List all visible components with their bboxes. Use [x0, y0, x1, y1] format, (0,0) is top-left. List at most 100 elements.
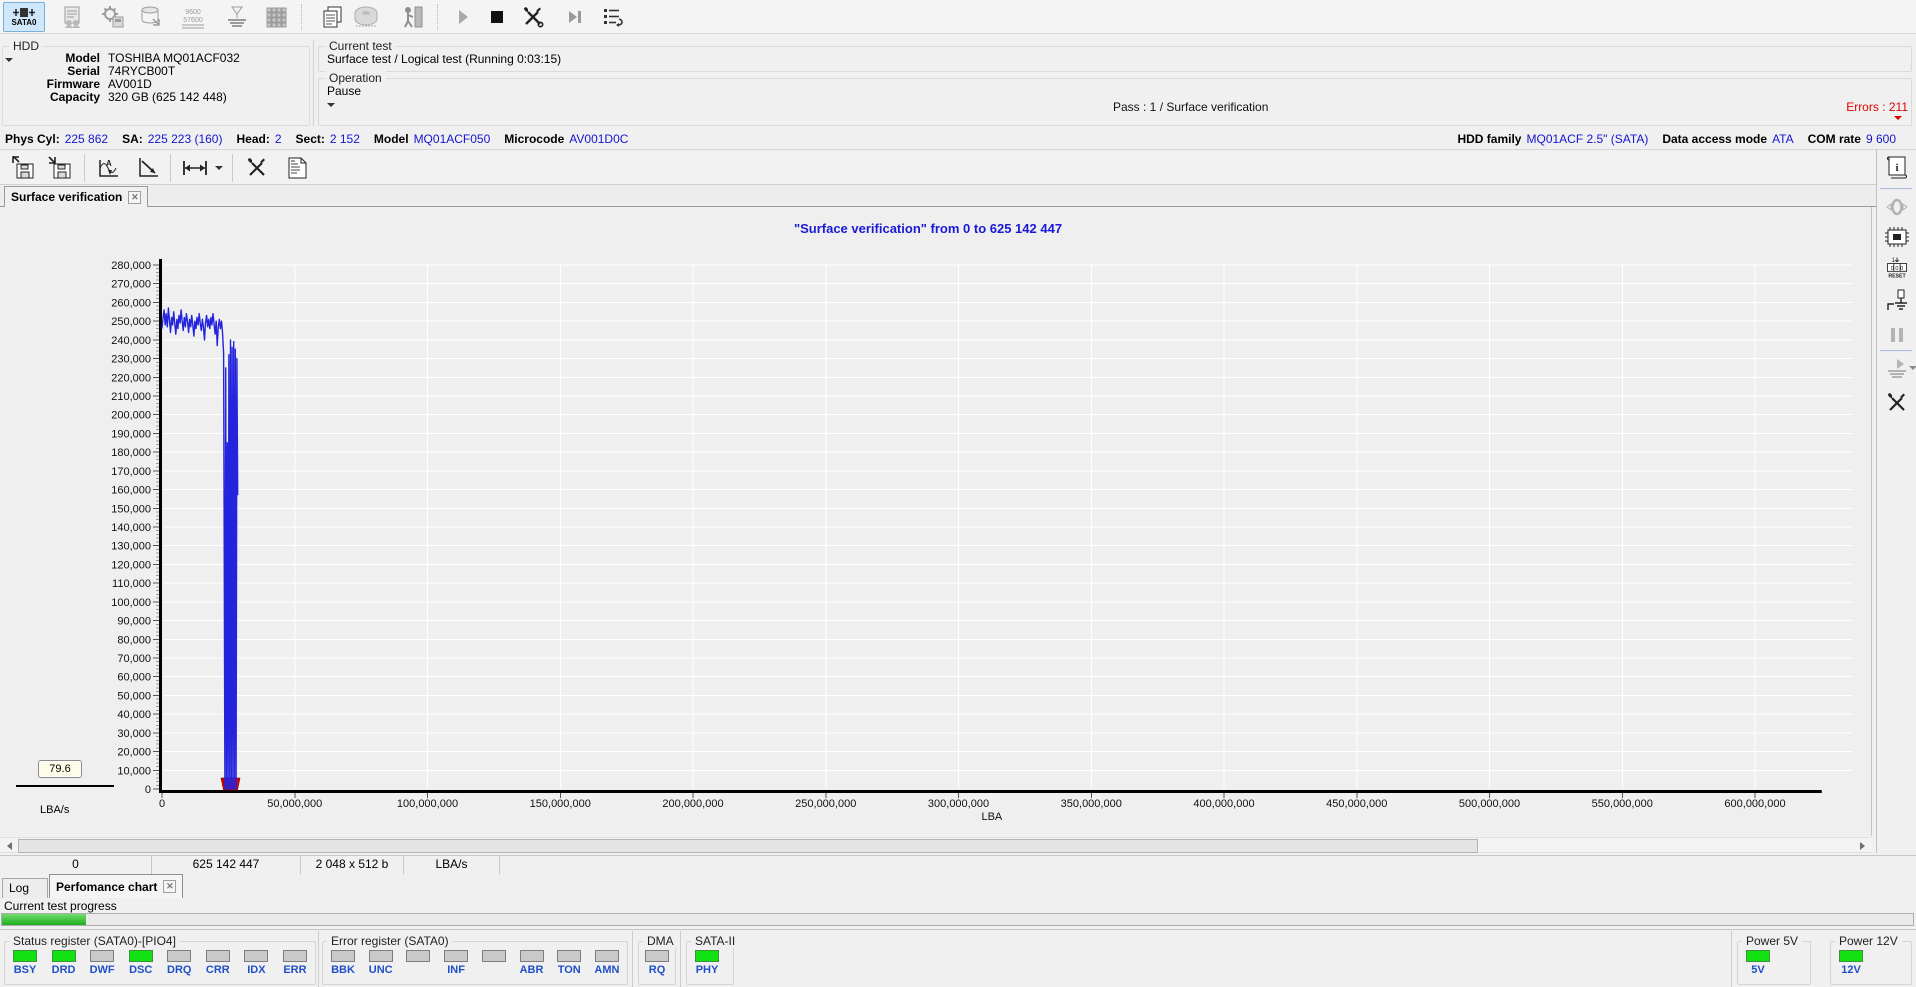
exit-button[interactable] — [398, 4, 428, 30]
chip-button[interactable] — [1884, 224, 1910, 250]
range-dropdown-arrow[interactable] — [212, 155, 226, 181]
chip-icon — [1884, 225, 1910, 249]
status-pair: Phys Cyl:225 862 — [5, 132, 108, 146]
database-icon — [138, 5, 164, 29]
probe-button[interactable] — [1884, 288, 1910, 314]
tab-close-button[interactable]: ✕ — [163, 880, 176, 893]
reset-counter-button[interactable]: 1 0 0 0 RESET — [1884, 254, 1910, 280]
error-register-title: Error register (SATA0) — [327, 934, 453, 948]
svg-text:70,000: 70,000 — [117, 653, 151, 665]
app-window: SATA0 — [0, 0, 1916, 987]
chart-slope-icon — [136, 156, 162, 180]
start-queue-dropdown-arrow[interactable] — [1909, 366, 1916, 370]
stop-icon — [487, 7, 507, 27]
tab-surface-verification-label: Surface verification — [11, 190, 122, 204]
chart-settings-button[interactable] — [242, 155, 272, 181]
task-list-button[interactable] — [598, 4, 628, 30]
power-12v-group: Power 12V12V — [1830, 941, 1912, 985]
pause-icon — [1887, 325, 1907, 345]
svg-text:260,000: 260,000 — [111, 297, 151, 309]
progress-label: Current test progress — [4, 899, 117, 913]
svg-text:20,000: 20,000 — [117, 747, 151, 759]
pause-button[interactable] — [1884, 322, 1910, 348]
sata2-title: SATA-II — [691, 934, 739, 948]
hdd-resources-button[interactable] — [58, 4, 88, 30]
hdd-resources-icon — [60, 5, 86, 29]
svg-text:230,000: 230,000 — [111, 354, 151, 366]
loopback-button[interactable] — [1884, 194, 1910, 220]
copy-icon — [320, 5, 346, 29]
probe-icon — [1885, 288, 1909, 314]
chart-hscrollbar[interactable] — [0, 837, 1872, 853]
svg-text:100,000,000: 100,000,000 — [397, 798, 458, 810]
play-icon — [453, 7, 473, 27]
exit-icon — [400, 5, 426, 29]
current-speed-box: 79.6 — [38, 760, 82, 778]
chart-autoscale-button[interactable]: A — [94, 155, 124, 181]
error-register-group: Error register (SATA0)BBKUNCINFABRTONAMN — [322, 941, 628, 985]
signal-levels-button[interactable] — [222, 4, 252, 30]
scrollbar-thumb[interactable] — [18, 839, 1478, 853]
svg-text:80,000: 80,000 — [117, 634, 151, 646]
statusbar-unit: LBA/s — [404, 856, 500, 874]
tab-close-button[interactable]: ✕ — [128, 191, 141, 204]
current-test-panel: Current test Surface test / Logical test… — [318, 46, 1912, 72]
svg-text:350,000,000: 350,000,000 — [1061, 798, 1122, 810]
sidebar-tools-button[interactable] — [1884, 390, 1910, 416]
svg-text:150,000: 150,000 — [111, 503, 151, 515]
svg-text:200,000: 200,000 — [111, 410, 151, 422]
tab-performance-chart[interactable]: Perfomance chart ✕ — [49, 874, 183, 898]
svg-text:1: 1 — [1892, 258, 1896, 264]
svg-text:130,000: 130,000 — [111, 541, 151, 553]
com-speed-button[interactable]: 9600 57600 — [178, 4, 208, 30]
progress-fill — [2, 914, 86, 925]
status-pair: HDD familyMQ01ACF 2.5" (SATA) — [1457, 132, 1648, 146]
save-chart-button[interactable] — [8, 155, 38, 181]
sata0-label: SATA0 — [11, 18, 36, 27]
speed-unit-label: LBA/s — [40, 804, 69, 816]
report-button[interactable] — [282, 155, 312, 181]
run-button[interactable] — [448, 4, 478, 30]
sata0-port-button[interactable]: SATA0 — [3, 2, 45, 32]
copy-button[interactable] — [318, 4, 348, 30]
svg-text:LBA: LBA — [981, 811, 1002, 823]
sidebar-separator — [1880, 188, 1912, 190]
current-test-progressbar — [1, 913, 1914, 926]
power-12v-title: Power 12V — [1835, 934, 1902, 948]
tools-icon — [1884, 391, 1910, 415]
led-crr: CRR — [203, 950, 233, 976]
range-select-button[interactable] — [180, 155, 210, 181]
surface-verification-chart-pane[interactable]: "Surface verification" from 0 to 625 142… — [0, 207, 1872, 836]
right-sidebar: i 1 0 0 0 RESET — [1876, 150, 1916, 853]
led-abr: ABR — [517, 950, 547, 976]
status-register-group: Status register (SATA0)-[PIO4]BSYDRDDWFD… — [4, 941, 316, 985]
script-info-button[interactable]: i — [1884, 154, 1910, 180]
disk-stack-button[interactable] — [352, 4, 382, 30]
svg-text:40,000: 40,000 — [117, 709, 151, 721]
utility-settings-button[interactable] — [98, 4, 128, 30]
svg-text:0: 0 — [159, 798, 165, 810]
errors-dropdown-arrow[interactable] — [1894, 116, 1902, 120]
operation-dropdown-arrow[interactable] — [327, 103, 335, 107]
scroll-left-button[interactable] — [2, 839, 16, 853]
svg-text:100,000: 100,000 — [111, 597, 151, 609]
svg-text:150,000,000: 150,000,000 — [530, 798, 591, 810]
test-settings-button[interactable] — [518, 4, 548, 30]
tab-surface-verification[interactable]: Surface verification ✕ — [4, 186, 148, 207]
led-idx: IDX — [241, 950, 271, 976]
status-pair: Head:2 — [236, 132, 281, 146]
load-chart-button[interactable] — [45, 155, 75, 181]
step-forward-button[interactable] — [560, 4, 590, 30]
scroll-right-button[interactable] — [1855, 839, 1869, 853]
status-pair: Sect:2 152 — [296, 132, 360, 146]
tab-log[interactable]: Log — [2, 878, 48, 898]
stop-button[interactable] — [482, 4, 512, 30]
sata-connector-icon — [13, 7, 35, 18]
start-queue-button[interactable] — [1884, 356, 1910, 382]
matrix-grid-button[interactable] — [262, 4, 292, 30]
svg-text:50,000: 50,000 — [117, 690, 151, 702]
database-button[interactable] — [136, 4, 166, 30]
svg-text:220,000: 220,000 — [111, 372, 151, 384]
chart-slope-button[interactable] — [134, 155, 164, 181]
toolbar-separator — [301, 4, 302, 30]
